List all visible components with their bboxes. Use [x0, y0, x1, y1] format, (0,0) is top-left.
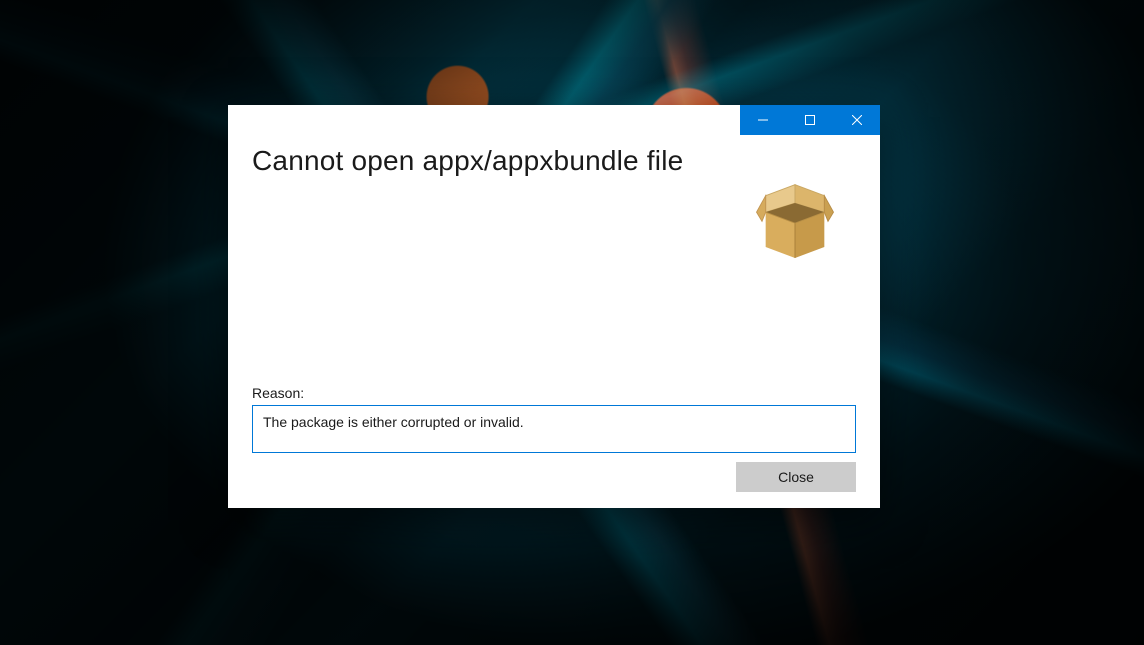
minimize-button[interactable]	[740, 105, 787, 135]
dialog-content: Cannot open appx/appxbundle file	[252, 145, 856, 492]
package-box-icon	[740, 159, 850, 269]
reason-textbox[interactable]: The package is either corrupted or inval…	[252, 405, 856, 453]
close-window-button[interactable]	[833, 105, 880, 135]
reason-text: The package is either corrupted or inval…	[263, 414, 524, 430]
close-icon	[852, 115, 862, 125]
error-dialog-window: Cannot open appx/appxbundle file	[228, 105, 880, 508]
maximize-button[interactable]	[787, 105, 834, 135]
maximize-icon	[805, 115, 815, 125]
minimize-icon	[758, 115, 768, 125]
close-button[interactable]: Close	[736, 462, 856, 492]
titlebar-controls	[740, 105, 880, 135]
reason-label: Reason:	[252, 385, 304, 401]
